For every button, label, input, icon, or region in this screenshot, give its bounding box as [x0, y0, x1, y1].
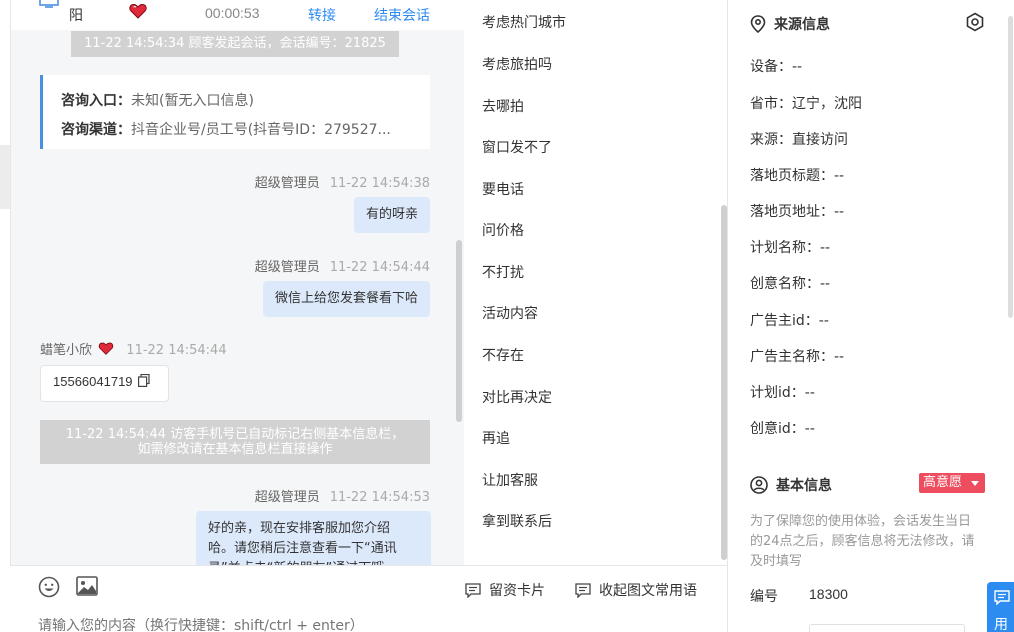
floating-tool-button[interactable]: 用: [987, 582, 1014, 632]
caret-down-icon: [971, 481, 979, 486]
left-edge: [0, 0, 10, 632]
customer-info-pane: 来源信息 设备：-- 省市：辽宁，沈阳 来源：直接访问 落地页标题：-- 落地页…: [728, 0, 1014, 632]
basic-info-title: 基本信息: [750, 475, 832, 495]
location-icon: [750, 15, 766, 34]
source-row-landing-url: 落地页地址：--: [750, 204, 845, 220]
auto-mark-line: 11-22 14:54:44 访客手机号已自动标记右侧基本信息栏，: [65, 427, 405, 442]
message-sender: 蜡笔小欣: [40, 343, 93, 358]
message-icon: [575, 583, 591, 599]
phrase-item[interactable]: 不打扰: [482, 262, 524, 282]
card-icon: [465, 583, 481, 599]
message-bubble: 微信上给您发套餐看下哈: [262, 281, 430, 317]
info-scrollbar[interactable]: [1008, 16, 1013, 318]
left-edge-strip: [0, 145, 10, 209]
lead-card-button[interactable]: 留资卡片: [465, 580, 545, 600]
session-start-notice: 11-22 14:54:34 顾客发起会话，会话编号：21825: [71, 31, 399, 57]
phrase-item[interactable]: 考虑热门城市: [482, 12, 566, 32]
message-meta: 超级管理员 11-22 14:54:44: [255, 256, 430, 275]
message-composer: 留资卡片 收起图文常用语: [10, 565, 727, 632]
message-meta: 超级管理员 11-22 14:54:38: [255, 172, 430, 191]
source-row-creative-id: 创意id：--: [750, 421, 815, 437]
transfer-button[interactable]: 转接: [308, 5, 336, 25]
source-info-label: 来源信息: [774, 17, 830, 33]
emoji-icon[interactable]: [38, 576, 60, 598]
message-meta: 超级管理员 11-22 14:54:53: [255, 486, 430, 505]
basic-info-label: 基本信息: [776, 478, 832, 494]
channel-row: 咨询渠道：抖音企业号/员工号(抖音号ID：279527...: [61, 116, 430, 145]
chat-area: 阳 00:00:53 转接 结束会话 11-22 14:54:34 顾客发起会话…: [10, 0, 464, 632]
edit-notice: 为了保障您的使用体验，会话发生当日的24点之后，顾客信息将无法修改，请及时填写: [750, 514, 975, 569]
source-row-landing-title: 落地页标题：--: [750, 168, 845, 184]
chat-pane: 阳 00:00:53 转接 结束会话 11-22 14:54:34 顾客发起会话…: [0, 0, 464, 632]
floating-button-label: 用: [994, 617, 1008, 632]
message-input[interactable]: [38, 618, 458, 632]
message-time: 11-22 14:54:38: [329, 176, 430, 191]
intent-tag-dropdown[interactable]: 高意愿: [919, 473, 985, 493]
message-sender: 超级管理员: [254, 176, 320, 191]
message-time: 11-22 14:54:44: [126, 343, 227, 358]
copy-icon[interactable]: [137, 373, 150, 387]
message-line: 哈。请您稍后注意查看一下“通讯: [208, 541, 397, 556]
source-row-device: 设备：--: [750, 59, 803, 75]
heart-icon: [98, 342, 114, 355]
entry-label: 咨询入口：: [61, 93, 131, 109]
phrase-item[interactable]: 对比再决定: [482, 387, 552, 407]
id-label: 编号: [750, 589, 778, 605]
collapse-phrases-button[interactable]: 收起图文常用语: [575, 580, 697, 600]
phrase-item[interactable]: 拿到联系后: [482, 511, 552, 531]
message-sender: 超级管理员: [254, 260, 320, 275]
phrase-item[interactable]: 考虑旅拍吗: [482, 54, 552, 74]
source-row-creative-name: 创意名称：--: [750, 276, 831, 292]
image-icon[interactable]: [76, 576, 98, 596]
chat-scrollbar[interactable]: [456, 240, 462, 422]
visitor-phone-bubble: 15566041719: [40, 365, 169, 402]
auto-mark-notice: 11-22 14:54:44 访客手机号已自动标记右侧基本信息栏， 如需修改请在…: [40, 420, 430, 464]
next-field-input[interactable]: [809, 624, 965, 632]
phrase-item[interactable]: 让加客服: [482, 470, 538, 490]
intent-tag-label: 高意愿: [923, 475, 963, 490]
phrase-item[interactable]: 活动内容: [482, 303, 538, 323]
collapse-phrases-label: 收起图文常用语: [599, 583, 697, 599]
source-row-origin: 来源：直接访问: [750, 132, 848, 148]
message-line: 好的亲，现在安排客服加您介绍: [208, 521, 391, 536]
phrase-item[interactable]: 窗口发不了: [482, 137, 552, 157]
end-session-button[interactable]: 结束会话: [374, 5, 430, 25]
source-info-title: 来源信息: [750, 14, 830, 34]
entry-row: 咨询入口：未知(暂无入口信息): [61, 87, 430, 116]
entry-value: 未知(暂无入口信息): [131, 93, 254, 109]
chat-icon: [994, 590, 1010, 605]
phrase-item[interactable]: 要电话: [482, 179, 524, 199]
user-icon: [750, 476, 768, 494]
channel-value: 抖音企业号/员工号(抖音号ID：279527...: [131, 122, 391, 138]
phrase-item[interactable]: 不存在: [482, 345, 524, 365]
message-sender: 超级管理员: [254, 490, 320, 505]
lead-card-label: 留资卡片: [489, 583, 545, 599]
id-value: 18300: [809, 586, 848, 602]
source-row-advertiser-id: 广告主id：--: [750, 313, 829, 329]
phrase-item[interactable]: 再追: [482, 428, 510, 448]
entry-info-card: 咨询入口：未知(暂无入口信息) 咨询渠道：抖音企业号/员工号(抖音号ID：279…: [40, 75, 430, 149]
channel-label: 咨询渠道：: [61, 122, 131, 138]
message-meta: 蜡笔小欣 11-22 14:54:44: [40, 339, 227, 358]
session-timer: 00:00:53: [205, 5, 260, 21]
settings-icon[interactable]: [965, 12, 985, 32]
source-row-city: 省市：辽宁，沈阳: [750, 96, 862, 112]
message-time: 11-22 14:54:44: [329, 260, 430, 275]
auto-mark-line: 如需修改请在基本信息栏直接操作: [137, 442, 333, 457]
source-row-plan-id: 计划id：--: [750, 385, 815, 401]
source-row-plan-name: 计划名称：--: [750, 240, 831, 256]
visitor-name: 阳: [69, 8, 83, 24]
phrase-item[interactable]: 问价格: [482, 220, 524, 240]
quick-phrase-pane: 考虑热门城市 考虑旅拍吗 去哪拍 窗口发不了 要电话 问价格 不打扰 活动内容 …: [464, 0, 727, 565]
chat-header: 阳 00:00:53 转接 结束会话: [11, 0, 464, 30]
message-bubble: 有的呀亲: [353, 197, 430, 233]
phone-number: 15566041719: [53, 374, 133, 389]
phrase-item[interactable]: 去哪拍: [482, 96, 524, 116]
source-row-advertiser-name: 广告主名称：--: [750, 349, 845, 365]
heart-icon: [129, 3, 147, 19]
monitor-icon: [39, 0, 59, 8]
message-time: 11-22 14:54:53: [329, 490, 430, 505]
